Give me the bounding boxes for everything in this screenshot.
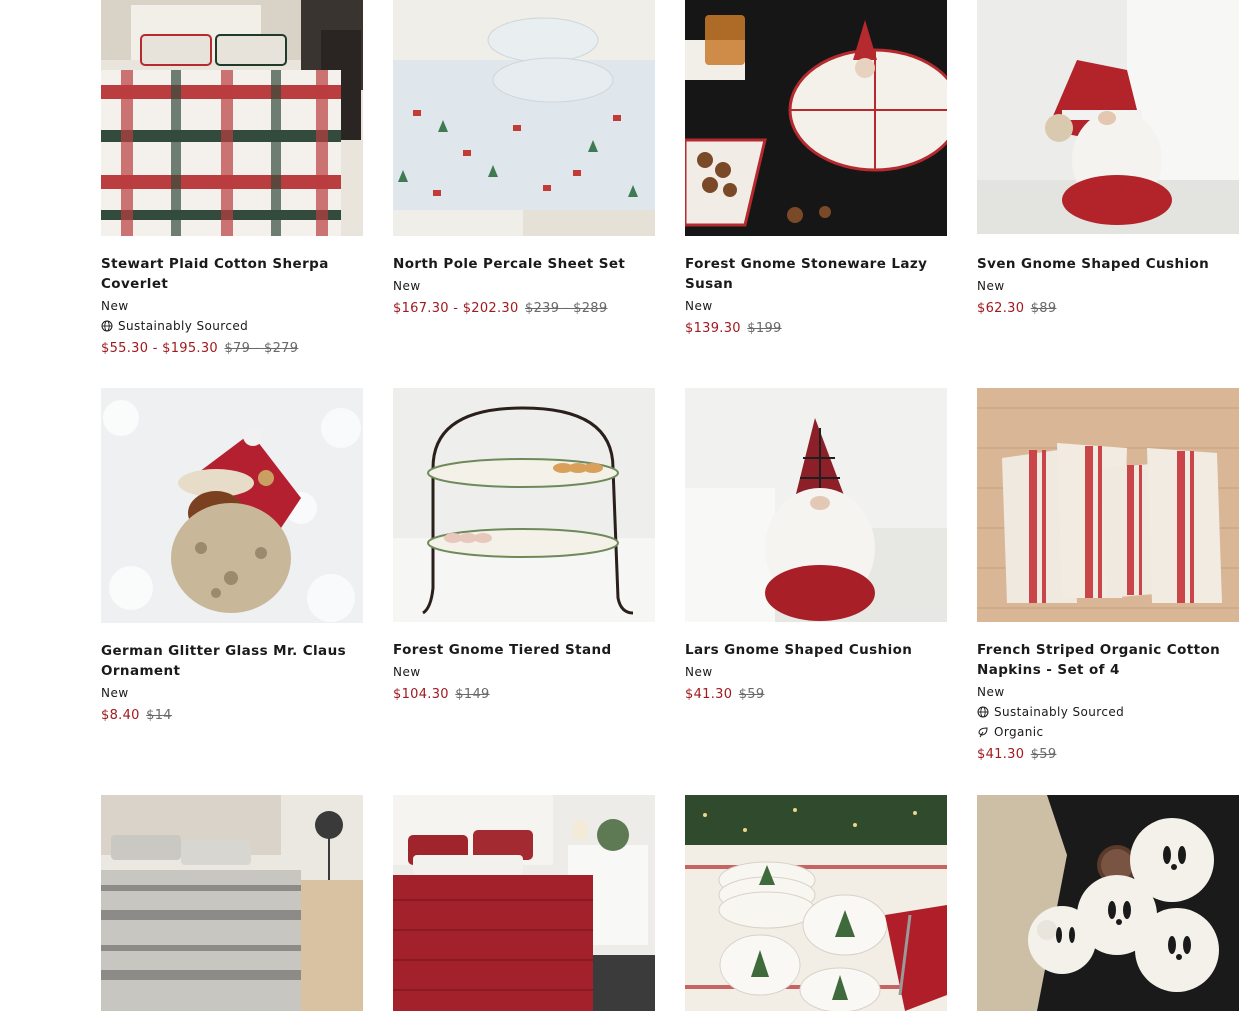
organic-attr: Organic — [977, 724, 1239, 740]
globe-icon — [101, 320, 113, 332]
product-title[interactable]: Forest Gnome Tiered Stand — [393, 640, 655, 660]
price: $41.30 $59 — [977, 746, 1239, 764]
product-title[interactable]: Lars Gnome Shaped Cushion — [685, 640, 947, 660]
product-card[interactable]: Sven Gnome Shaped Cushion New $62.30 $89 — [977, 0, 1239, 318]
product-grid: Stewart Plaid Cotton Sherpa Coverlet New… — [0, 0, 1250, 1011]
ornament-image — [101, 388, 363, 623]
globe-icon — [977, 706, 989, 718]
price: $8.40 $14 — [101, 707, 363, 725]
napkins-image — [977, 388, 1239, 622]
new-flag: New — [393, 279, 421, 293]
product-image[interactable] — [685, 795, 947, 1011]
new-flag: New — [685, 299, 713, 313]
plaid-coverlet-image — [101, 0, 363, 236]
new-flag: New — [393, 665, 421, 679]
sale-price: $62.30 — [977, 301, 1025, 316]
product-image[interactable] — [393, 0, 655, 236]
product-title[interactable]: French Striped Organic Cotton Napkins - … — [977, 640, 1239, 680]
fair-isle-bedding-image — [101, 795, 363, 1011]
product-card[interactable]: North Pole Percale Sheet Set New $167.30… — [393, 0, 655, 318]
sven-cushion-image — [977, 0, 1239, 234]
lazy-susan-image — [685, 0, 947, 236]
product-title[interactable]: Forest Gnome Stoneware Lazy Susan — [685, 254, 947, 294]
lars-cushion-image — [685, 388, 947, 622]
product-card[interactable] — [101, 795, 363, 1011]
product-image[interactable] — [977, 388, 1239, 622]
sheet-set-image — [393, 0, 655, 236]
product-image[interactable] — [393, 795, 655, 1011]
tiered-stand-image — [393, 388, 655, 622]
product-title[interactable]: Stewart Plaid Cotton Sherpa Coverlet — [101, 254, 363, 294]
product-card[interactable]: Forest Gnome Stoneware Lazy Susan New $1… — [685, 0, 947, 338]
original-price: $149 — [455, 687, 490, 702]
sustainably-sourced-attr: Sustainably Sourced — [101, 318, 363, 334]
product-image[interactable] — [685, 388, 947, 622]
attr-label: Sustainably Sourced — [994, 705, 1125, 719]
sale-price: $55.30 - $195.30 — [101, 341, 219, 356]
sale-price: $41.30 — [977, 747, 1025, 762]
attr-label: Sustainably Sourced — [118, 319, 249, 333]
new-flag: New — [977, 685, 1005, 699]
product-card[interactable]: French Striped Organic Cotton Napkins - … — [977, 388, 1239, 764]
original-price: $239 - $289 — [525, 301, 608, 316]
leaf-icon — [978, 727, 988, 738]
price: $55.30 - $195.30 $79 - $279 — [101, 340, 363, 358]
product-image[interactable] — [101, 795, 363, 1011]
product-card[interactable] — [393, 795, 655, 1011]
attr-label: Organic — [994, 725, 1044, 739]
original-price: $14 — [146, 708, 172, 723]
sale-price: $104.30 — [393, 687, 449, 702]
sale-price: $139.30 — [685, 321, 741, 336]
product-card[interactable]: German Glitter Glass Mr. Claus Ornament … — [101, 388, 363, 725]
product-image[interactable] — [977, 0, 1239, 234]
product-card[interactable]: Stewart Plaid Cotton Sherpa Coverlet New… — [101, 0, 363, 358]
new-flag: New — [977, 279, 1005, 293]
price: $104.30 $149 — [393, 686, 655, 704]
original-price: $199 — [747, 321, 782, 336]
sale-price: $41.30 — [685, 687, 733, 702]
product-image[interactable] — [101, 388, 363, 623]
new-flag: New — [101, 299, 129, 313]
new-flag: New — [685, 665, 713, 679]
product-card[interactable]: Lars Gnome Shaped Cushion New $41.30 $59 — [685, 388, 947, 704]
product-card[interactable] — [685, 795, 947, 1011]
original-price: $79 - $279 — [224, 341, 299, 356]
price: $62.30 $89 — [977, 300, 1239, 318]
sale-price: $8.40 — [101, 708, 140, 723]
original-price: $59 — [738, 687, 765, 702]
price: $139.30 $199 — [685, 320, 947, 338]
product-image[interactable] — [685, 0, 947, 236]
price: $41.30 $59 — [685, 686, 947, 704]
product-card[interactable] — [977, 795, 1239, 1011]
original-price: $89 — [1030, 301, 1057, 316]
product-image[interactable] — [393, 388, 655, 622]
original-price: $59 — [1030, 747, 1057, 762]
new-flag: New — [101, 686, 129, 700]
red-quilt-image — [393, 795, 655, 1011]
product-title[interactable]: Sven Gnome Shaped Cushion — [977, 254, 1239, 274]
sale-price: $167.30 - $202.30 — [393, 301, 519, 316]
product-card[interactable]: Forest Gnome Tiered Stand New $104.30 $1… — [393, 388, 655, 704]
dog-plates-image — [977, 795, 1239, 1011]
product-title[interactable]: German Glitter Glass Mr. Claus Ornament — [101, 641, 363, 681]
product-title[interactable]: North Pole Percale Sheet Set — [393, 254, 655, 274]
sustainably-sourced-attr: Sustainably Sourced — [977, 704, 1239, 720]
tree-dinnerware-image — [685, 795, 947, 1011]
product-image[interactable] — [101, 0, 363, 236]
product-image[interactable] — [977, 795, 1239, 1011]
price: $167.30 - $202.30 $239 - $289 — [393, 300, 655, 318]
